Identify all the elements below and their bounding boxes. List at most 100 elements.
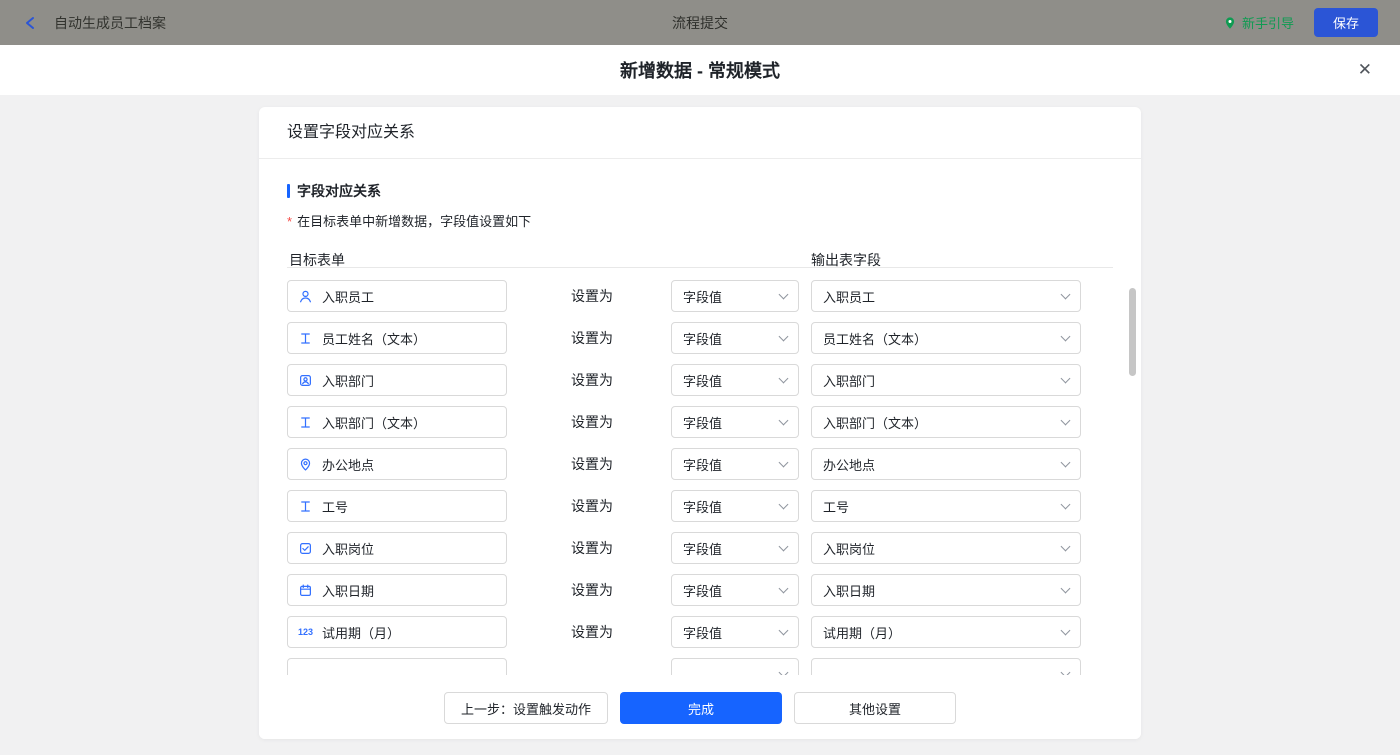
- value-type-selected: 字段值: [683, 289, 723, 305]
- value-type-select[interactable]: 字段值: [671, 616, 799, 648]
- set-as-label: 设置为: [571, 624, 613, 640]
- section-note-label: 在目标表单中新增数据，字段值设置如下: [297, 214, 532, 229]
- chevron-down-icon: [778, 625, 789, 636]
- chevron-down-icon: [778, 541, 789, 552]
- value-type-select[interactable]: 字段值: [671, 490, 799, 522]
- output-field-select[interactable]: 入职岗位: [811, 532, 1081, 564]
- target-field-box[interactable]: 办公地点: [287, 448, 507, 480]
- value-type-select[interactable]: 字段值: [671, 406, 799, 438]
- output-field-select[interactable]: 入职部门: [811, 364, 1081, 396]
- text-field-icon: [297, 498, 314, 515]
- set-as-label: 设置为: [571, 498, 613, 514]
- target-field-label: 员工姓名（文本）: [322, 331, 427, 347]
- chevron-down-icon: [778, 667, 789, 675]
- output-field-selected: 入职部门（文本）: [823, 415, 928, 431]
- target-field-box[interactable]: 入职日期: [287, 574, 507, 606]
- value-type-select[interactable]: 字段值: [671, 448, 799, 480]
- field-mapping-row: 工号 设置为 字段值 工号: [287, 490, 1113, 522]
- output-field-select[interactable]: 入职部门（文本）: [811, 406, 1081, 438]
- output-field-select[interactable]: 入职日期: [811, 574, 1081, 606]
- output-field-selected: 办公地点: [823, 457, 876, 473]
- field-mapping-row: 入职日期 设置为 字段值 入职日期: [287, 574, 1113, 606]
- target-field-label: 入职部门（文本）: [322, 415, 427, 431]
- guide-link[interactable]: 新手引导: [1223, 13, 1294, 32]
- set-as-label: 设置为: [571, 582, 613, 598]
- section-title: 字段对应关系: [287, 181, 1113, 201]
- back-icon[interactable]: [22, 14, 40, 32]
- target-field-box[interactable]: 入职岗位: [287, 532, 507, 564]
- output-field-select[interactable]: 办公地点: [811, 448, 1081, 480]
- chevron-down-icon: [778, 415, 789, 426]
- other-settings-button[interactable]: 其他设置: [794, 692, 956, 724]
- target-field-label: 入职部门: [322, 373, 375, 389]
- output-field-select[interactable]: 员工姓名（文本）: [811, 322, 1081, 354]
- value-type-select[interactable]: 字段值: [671, 364, 799, 396]
- output-field-select[interactable]: 试用期（月）: [811, 616, 1081, 648]
- output-field-select[interactable]: 入职员工: [811, 280, 1081, 312]
- chevron-down-icon: [1060, 415, 1071, 426]
- set-as-label: 设置为: [571, 540, 613, 556]
- field-mapping-row: 123 试用期（月） 设置为 字段值 试用期（月）: [287, 616, 1113, 648]
- chevron-down-icon: [778, 289, 789, 300]
- target-field-box[interactable]: 入职部门: [287, 364, 507, 396]
- value-type-select[interactable]: 字段值: [671, 280, 799, 312]
- value-type-selected: 字段值: [683, 457, 723, 473]
- chevron-down-icon: [778, 373, 789, 384]
- done-button[interactable]: 完成: [620, 692, 782, 724]
- chevron-down-icon: [1060, 373, 1071, 384]
- output-field-select[interactable]: [811, 658, 1081, 675]
- modal-header: 新增数据 - 常规模式 ✕: [0, 45, 1400, 95]
- card-content: 字段对应关系 * 在目标表单中新增数据，字段值设置如下 目标表单 输出表字段 入职…: [259, 181, 1141, 675]
- save-button[interactable]: 保存: [1313, 8, 1378, 37]
- modal-title: 新增数据 - 常规模式: [620, 61, 780, 81]
- location-icon: [297, 456, 314, 473]
- set-as-label: 设置为: [571, 288, 613, 304]
- target-field-box[interactable]: 入职员工: [287, 280, 507, 312]
- value-type-select[interactable]: 字段值: [671, 322, 799, 354]
- section-accent-bar: [287, 184, 290, 198]
- output-field-selected: 入职部门: [823, 373, 876, 389]
- select-icon: [297, 540, 314, 557]
- text-field-icon: [297, 330, 314, 347]
- target-field-box[interactable]: [287, 658, 507, 675]
- field-mapping-row: 员工姓名（文本） 设置为 字段值 员工姓名（文本）: [287, 322, 1113, 354]
- section-title-label: 字段对应关系: [297, 183, 381, 199]
- chevron-down-icon: [1060, 625, 1071, 636]
- department-icon: [297, 372, 314, 389]
- field-mapping-card: 设置字段对应关系 字段对应关系 * 在目标表单中新增数据，字段值设置如下 目标表单…: [259, 107, 1141, 739]
- field-mapping-row: 入职部门（文本） 设置为 字段值 入职部门（文本）: [287, 406, 1113, 438]
- process-title: 流程提交: [672, 14, 728, 31]
- value-type-selected: 字段值: [683, 331, 723, 347]
- target-field-box[interactable]: 员工姓名（文本）: [287, 322, 507, 354]
- chevron-down-icon: [1060, 289, 1071, 300]
- output-field-selected: 员工姓名（文本）: [823, 331, 928, 347]
- number-icon: 123: [297, 627, 314, 637]
- value-type-select[interactable]: 字段值: [671, 532, 799, 564]
- chevron-down-icon: [778, 583, 789, 594]
- field-mapping-row: 入职员工 设置为 字段值 入职员工: [287, 280, 1113, 312]
- chevron-down-icon: [778, 331, 789, 342]
- field-mapping-row: 入职岗位 设置为 字段值 入职岗位: [287, 532, 1113, 564]
- column-output-field: 输出表字段: [811, 252, 881, 268]
- output-field-selected: 试用期（月）: [823, 625, 902, 641]
- field-mapping-row: 入职部门 设置为 字段值 入职部门: [287, 364, 1113, 396]
- prev-step-button[interactable]: 上一步：设置触发动作: [443, 692, 608, 724]
- output-field-selected: 入职员工: [823, 289, 876, 305]
- output-field-selected: 入职日期: [823, 583, 876, 599]
- close-icon[interactable]: ✕: [1354, 56, 1376, 84]
- scrollbar-thumb[interactable]: [1129, 288, 1136, 376]
- output-field-selected: 入职岗位: [823, 541, 876, 557]
- target-field-box[interactable]: 123 试用期（月）: [287, 616, 507, 648]
- target-field-box[interactable]: 工号: [287, 490, 507, 522]
- column-headers: 目标表单 输出表字段: [287, 250, 1113, 268]
- card-header-title: 设置字段对应关系: [259, 107, 1141, 159]
- output-field-select[interactable]: 工号: [811, 490, 1081, 522]
- value-type-select[interactable]: [671, 658, 799, 675]
- chevron-down-icon: [1060, 583, 1071, 594]
- chevron-down-icon: [1060, 541, 1071, 552]
- target-field-label: 入职岗位: [322, 541, 375, 557]
- target-field-box[interactable]: 入职部门（文本）: [287, 406, 507, 438]
- value-type-select[interactable]: 字段值: [671, 574, 799, 606]
- target-field-label: 试用期（月）: [322, 625, 401, 641]
- person-icon: [297, 288, 314, 305]
